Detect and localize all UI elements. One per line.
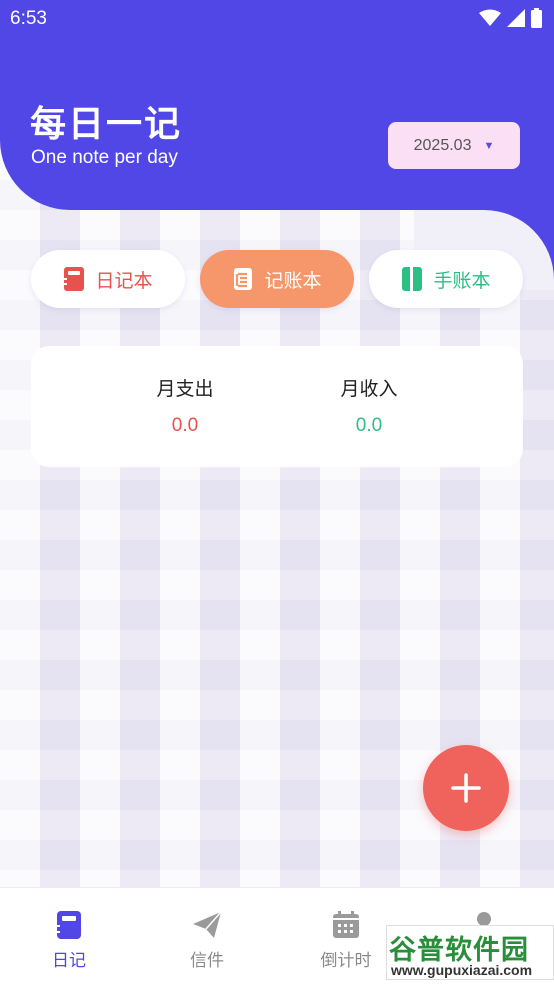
tab-handbook[interactable]: 手账本 bbox=[369, 250, 523, 308]
nav-countdown[interactable]: 倒计时 bbox=[296, 910, 396, 971]
monthly-income-value: 0.0 bbox=[355, 415, 383, 436]
month-picker-value: 2025.03 bbox=[413, 136, 472, 154]
nav-diary[interactable]: 日记 bbox=[19, 910, 119, 971]
status-time: 6:53 bbox=[10, 8, 47, 29]
status-bar: 6:53 bbox=[0, 0, 554, 40]
wifi-icon bbox=[479, 9, 501, 26]
scroll-icon bbox=[234, 268, 253, 290]
monthly-income-label: 月收入 bbox=[340, 378, 398, 400]
watermark-url: www.gupuxiazai.com bbox=[391, 962, 533, 978]
add-entry-button[interactable] bbox=[423, 745, 509, 831]
monthly-expense-label: 月支出 bbox=[156, 378, 214, 400]
nav-diary-label: 日记 bbox=[52, 951, 86, 971]
notebook-icon bbox=[57, 911, 81, 939]
monthly-expense-value: 0.0 bbox=[171, 415, 199, 436]
monthly-income: 月收入 0.0 bbox=[299, 374, 439, 437]
monthly-summary-card: 月支出 0.0 月收入 0.0 bbox=[31, 346, 523, 467]
battery-icon bbox=[531, 8, 542, 28]
tab-ledger-label: 记账本 bbox=[264, 269, 322, 292]
signal-icon bbox=[507, 9, 525, 27]
tab-diary-label: 日记本 bbox=[95, 269, 153, 292]
notebook-tabs: 日记本 记账本 手账本 bbox=[31, 250, 523, 308]
calendar-icon bbox=[333, 911, 359, 938]
monthly-expense: 月支出 0.0 bbox=[115, 374, 255, 437]
caret-down-icon: ▼ bbox=[483, 139, 495, 152]
plus-icon bbox=[451, 773, 481, 803]
app-subtitle: One note per day bbox=[31, 147, 178, 168]
app-title: 每日一记 bbox=[30, 104, 183, 145]
tab-ledger[interactable]: 记账本 bbox=[200, 250, 354, 308]
tab-diary[interactable]: 日记本 bbox=[31, 250, 185, 308]
handbook-icon bbox=[402, 267, 423, 291]
site-watermark: 谷普软件园 www.gupuxiazai.com bbox=[386, 925, 554, 980]
nav-letter-label: 信件 bbox=[190, 951, 224, 971]
diary-book-icon bbox=[64, 267, 85, 291]
paper-plane-icon bbox=[193, 911, 222, 938]
nav-letter[interactable]: 信件 bbox=[157, 910, 257, 971]
tab-handbook-label: 手账本 bbox=[433, 269, 491, 292]
nav-countdown-label: 倒计时 bbox=[320, 951, 372, 971]
status-icons bbox=[479, 8, 542, 28]
month-picker[interactable]: 2025.03 ▼ bbox=[388, 122, 520, 169]
